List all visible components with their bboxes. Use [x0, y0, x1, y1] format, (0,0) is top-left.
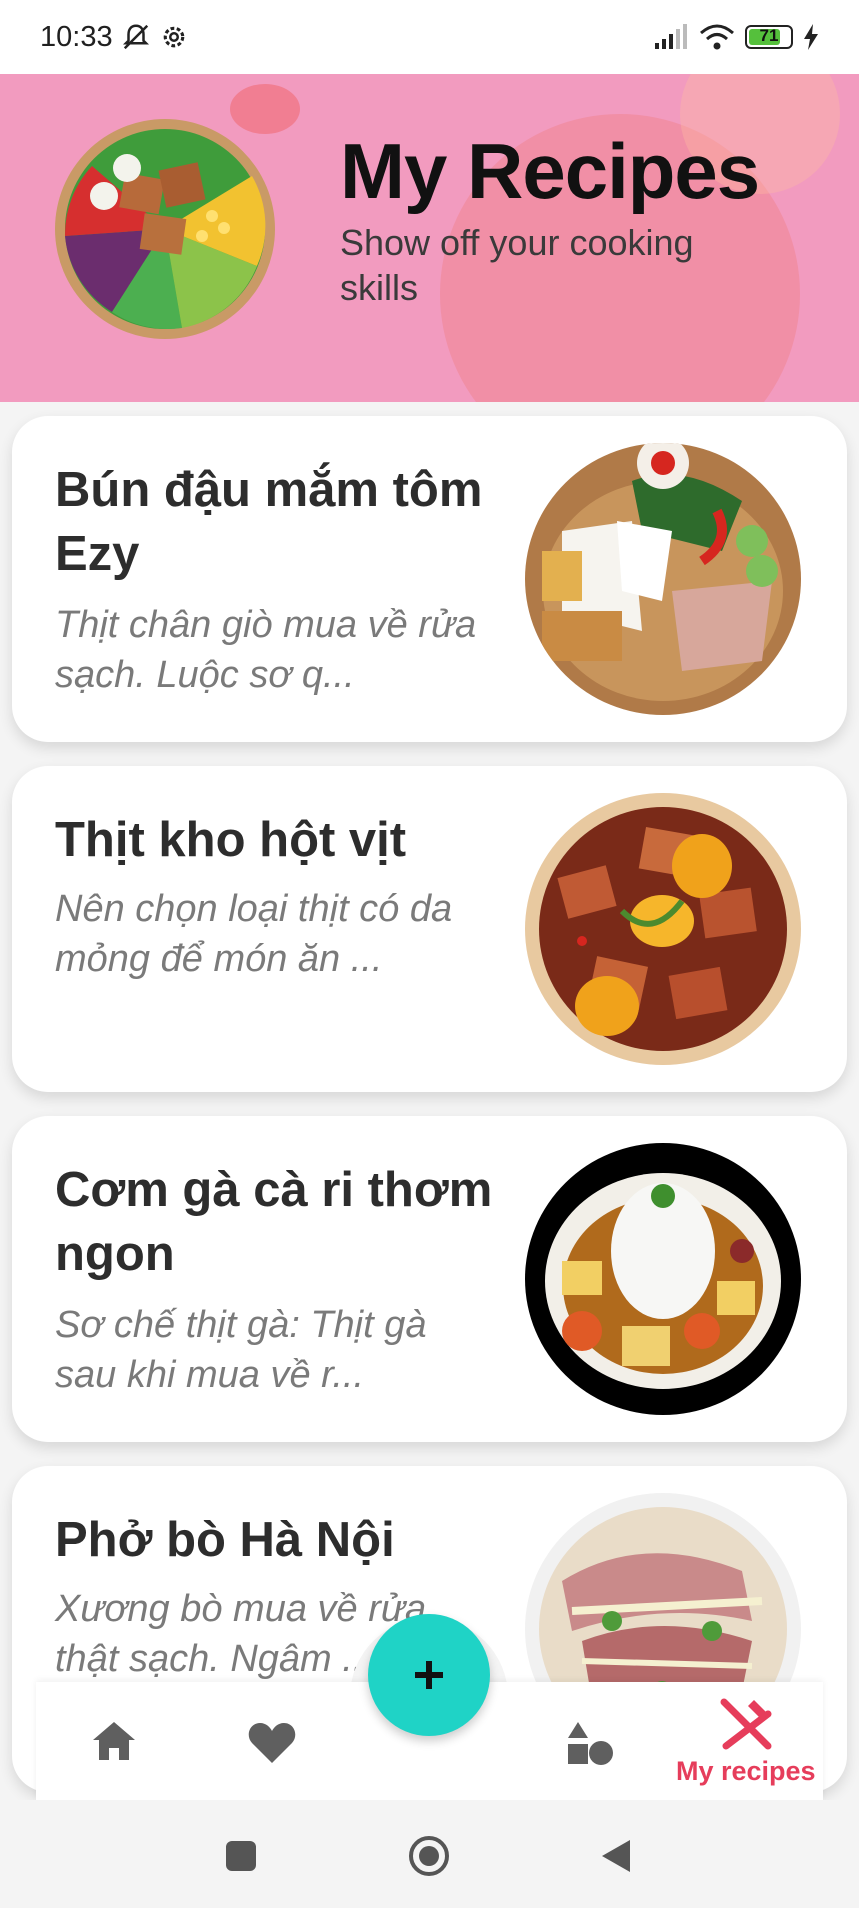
- recipe-card[interactable]: Bún đậu mắm tôm Ezy Thịt chân giò mua về…: [12, 416, 847, 742]
- page-title: My Recipes: [340, 127, 760, 215]
- add-recipe-button[interactable]: [368, 1614, 490, 1736]
- signal-icon: [655, 24, 687, 49]
- plus-icon: [415, 1661, 443, 1689]
- battery-icon: 71: [745, 25, 793, 49]
- settings-gear-icon: [163, 26, 184, 48]
- salad-bowl-image: [55, 119, 275, 339]
- recipe-image: [525, 1143, 801, 1415]
- nav-label-my-recipes[interactable]: My recipes: [676, 1756, 816, 1787]
- battery-level: 71: [759, 26, 779, 45]
- wifi-icon: [700, 24, 734, 50]
- recipe-description: Thịt chân giò mua về rửa sạch. Luộc sơ q…: [55, 604, 477, 696]
- status-bar: 10:33 71: [0, 0, 859, 74]
- recipe-title: Thịt kho hột vịt: [55, 813, 407, 867]
- recipe-card[interactable]: Cơm gà cà ri thơm ngon Sơ chế thịt gà: T…: [12, 1116, 847, 1442]
- heart-icon[interactable]: [248, 1722, 296, 1764]
- home-circle-icon[interactable]: [407, 1834, 451, 1878]
- charging-bolt-icon: [804, 24, 818, 50]
- back-triangle-icon[interactable]: [600, 1838, 632, 1874]
- fork-knife-icon[interactable]: [718, 1696, 774, 1752]
- recipe-title: Bún đậu mắm tôm Ezy: [55, 463, 483, 581]
- system-navigation-bar: [0, 1800, 859, 1908]
- recipe-description: Nên chọn loại thịt có da mỏng để món ăn …: [55, 888, 453, 980]
- recipe-card[interactable]: Thịt kho hột vịt Nên chọn loại thịt có d…: [12, 766, 847, 1092]
- page-subtitle: Show off your cooking skills: [340, 222, 694, 308]
- recipe-title: Cơm gà cà ri thơm ngon: [55, 1163, 493, 1281]
- bell-off-icon: [122, 24, 149, 50]
- status-time: 10:33: [40, 20, 113, 53]
- recipe-title: Phở bò Hà Nội: [55, 1513, 395, 1567]
- shapes-icon[interactable]: [566, 1720, 614, 1766]
- header-banner: My Recipes Show off your cooking skills: [0, 74, 859, 402]
- recipe-image: [525, 443, 801, 715]
- recents-square-icon[interactable]: [226, 1841, 256, 1871]
- recipe-description: Sơ chế thịt gà: Thịt gà sau khi mua về r…: [55, 1304, 427, 1396]
- home-icon[interactable]: [91, 1720, 137, 1762]
- recipe-image: [525, 793, 801, 1065]
